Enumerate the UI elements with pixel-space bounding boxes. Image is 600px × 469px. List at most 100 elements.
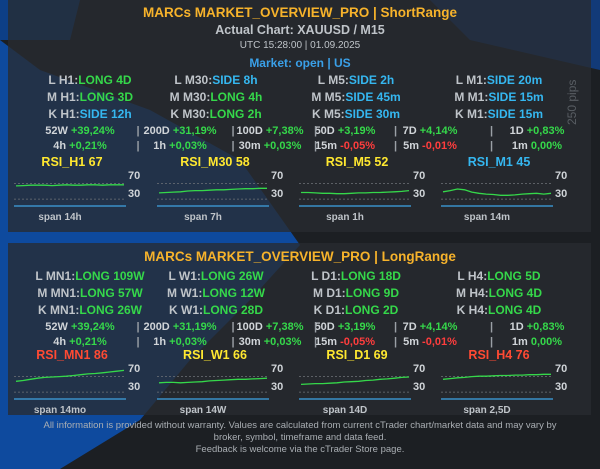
perf-period: 4h xyxy=(53,140,67,152)
perf-separator: | xyxy=(231,336,235,348)
short-perf-cell: 15m -0,05% xyxy=(315,141,375,152)
long-trend-cell: M W1:LONG 12W xyxy=(167,287,265,299)
perf-period: 1D xyxy=(509,125,524,137)
long-perf-cell: 1m 0,00% xyxy=(512,337,562,348)
long-trend-cell: L D1:LONG 18D xyxy=(311,270,401,282)
trend-timeframe: L M5: xyxy=(317,73,349,87)
long-perf-cell: 50D +3,19% xyxy=(315,322,376,333)
perf-separator: | xyxy=(313,336,318,348)
perf-period: 200D xyxy=(143,321,170,333)
trend-timeframe: M M5: xyxy=(311,90,346,104)
trend-value: LONG 26W xyxy=(200,269,264,283)
trend-timeframe: M H4: xyxy=(455,286,489,300)
perf-value: -0,05% xyxy=(340,336,375,348)
long-perf-cell: 200D +31,19% xyxy=(143,322,216,333)
perf-value: +0,03% xyxy=(169,336,207,348)
long-perf-cell: 1h +0,03% xyxy=(153,337,207,348)
long-perf-cell: 30m +0,03% xyxy=(239,337,302,348)
trend-value: LONG 2h xyxy=(209,107,262,121)
rsi-upper-level: 70 xyxy=(128,170,141,182)
perf-period: 30m xyxy=(238,336,261,348)
perf-value: -0,01% xyxy=(422,140,457,152)
rsi-mini-chart xyxy=(14,183,126,207)
long-trend-cell: K MN1:LONG 26W xyxy=(38,304,142,316)
perf-value: -0,05% xyxy=(340,140,375,152)
short-rsi-label-3: RSI_M1 45 xyxy=(467,155,531,169)
disclaimer-line-2: broker, symbol, timeframe and data feed. xyxy=(213,432,387,443)
trend-timeframe: L MN1: xyxy=(35,269,76,283)
pips-scale-label: 250 pips xyxy=(565,79,579,125)
trend-timeframe: K D1: xyxy=(313,303,345,317)
perf-separator: | xyxy=(231,321,235,333)
perf-period: 50D xyxy=(314,321,335,333)
perf-separator: | xyxy=(231,140,235,152)
rsi-upper-level: 70 xyxy=(128,363,141,375)
rsi-mini-chart xyxy=(157,376,269,400)
rsi-span-label: span 14m xyxy=(463,212,511,223)
rsi-line xyxy=(158,377,268,384)
short-rsi-label-0: RSI_H1 67 xyxy=(41,155,103,169)
trend-value: SIDE 15m xyxy=(487,107,544,121)
short-perf-cell: 4h +0,21% xyxy=(53,141,107,152)
perf-period: 1m xyxy=(511,140,528,152)
rsi-mini-chart xyxy=(299,376,411,400)
rsi-upper-level: 70 xyxy=(413,170,426,182)
perf-value: +4,14% xyxy=(419,125,458,137)
perf-separator: | xyxy=(313,140,318,152)
disclaimer-line-1: All information is provided without warr… xyxy=(43,420,557,431)
long-perf-cell: 5m -0,01% xyxy=(403,337,457,348)
long-trend-cell: K H4:LONG 4D xyxy=(457,304,542,316)
long-perf-cell: 4h +0,21% xyxy=(53,337,107,348)
short-perf-cell: 7D +4,14% xyxy=(403,126,458,137)
long-trend-cell: L H4:LONG 5D xyxy=(457,270,540,282)
perf-value: +0,03% xyxy=(169,140,207,152)
trend-timeframe: L H1: xyxy=(48,73,79,87)
trend-timeframe: M M1: xyxy=(454,90,489,104)
long-trend-cell: M D1:LONG 9D xyxy=(313,287,399,299)
perf-period: 30m xyxy=(238,140,261,152)
short-trend-cell: M M1:SIDE 15m xyxy=(454,91,543,103)
rsi-span-label: span 2,5D xyxy=(463,405,511,416)
perf-separator: | xyxy=(393,336,398,348)
trend-timeframe: M D1: xyxy=(312,286,346,300)
long-trend-cell: L MN1:LONG 109W xyxy=(35,270,144,282)
perf-separator: | xyxy=(489,125,494,137)
perf-period: 100D xyxy=(236,125,263,137)
rsi-mini-chart xyxy=(299,183,411,207)
trend-value: SIDE 20m xyxy=(486,73,543,87)
long-rsi-label-2: RSI_D1 69 xyxy=(326,348,388,362)
short-trend-cell: K M1:SIDE 15m xyxy=(455,108,543,120)
short-trend-cell: L M30:SIDE 8h xyxy=(174,74,257,86)
short-perf-cell: 50D +3,19% xyxy=(315,126,376,137)
long-perf-cell: 15m -0,05% xyxy=(315,337,375,348)
short-trend-cell: K M30:LONG 2h xyxy=(170,108,261,120)
trend-value: LONG 2D xyxy=(345,303,399,317)
trend-value: LONG 4D xyxy=(488,303,542,317)
short-perf-cell: 52W +39,24% xyxy=(45,126,114,137)
perf-value: +39,24% xyxy=(70,321,115,333)
trend-timeframe: K MN1: xyxy=(37,303,80,317)
trend-value: SIDE 45m xyxy=(345,90,401,104)
short-trend-cell: M H1:LONG 3D xyxy=(47,91,133,103)
long-trend-cell: M H4:LONG 4D xyxy=(456,287,542,299)
short-trend-cell: K H1:SIDE 12h xyxy=(48,108,131,120)
perf-period: 4h xyxy=(53,336,67,348)
long-title: MARCs MARKET_OVERVIEW_PRO | LongRange xyxy=(144,249,456,264)
perf-period: 7D xyxy=(402,321,417,333)
rsi-upper-level: 70 xyxy=(271,170,284,182)
trend-timeframe: M M30: xyxy=(169,90,211,104)
trend-value: SIDE 12h xyxy=(79,107,132,121)
rsi-line xyxy=(301,189,410,195)
perf-value: +7,38% xyxy=(265,321,304,333)
rsi-mini-chart xyxy=(441,373,553,400)
perf-value: +3,19% xyxy=(337,125,376,137)
rsi-span-label: span 14W xyxy=(179,405,227,416)
rsi-span-label: span 14mo xyxy=(33,405,87,416)
market-status: Market: open | US xyxy=(249,56,351,70)
rsi-mini-chart xyxy=(14,369,126,400)
perf-value: +7,38% xyxy=(265,125,304,137)
perf-value: +0,03% xyxy=(263,336,302,348)
trend-value: SIDE 2h xyxy=(348,73,395,87)
trend-timeframe: L H4: xyxy=(457,269,488,283)
short-perf-cell: 1m 0,00% xyxy=(512,141,562,152)
